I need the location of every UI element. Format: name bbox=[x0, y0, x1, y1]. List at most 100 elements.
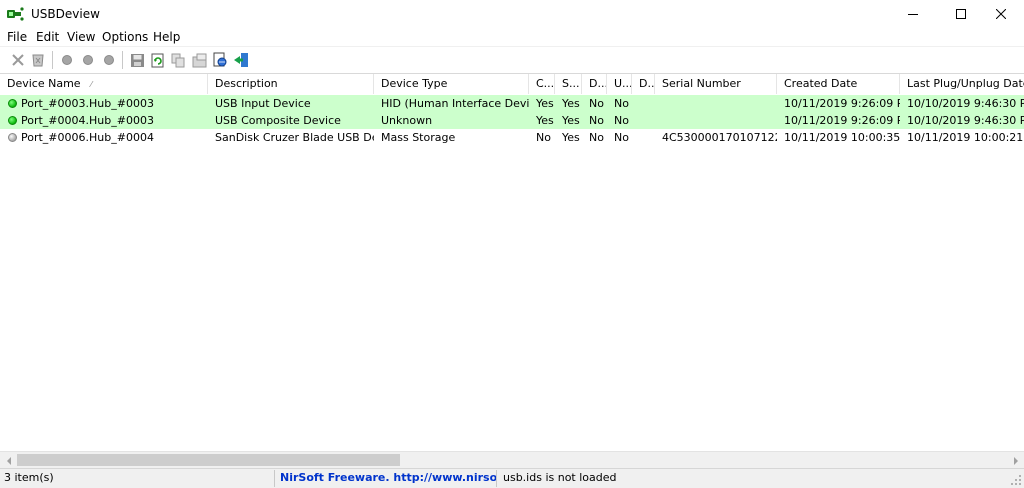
exit-button[interactable] bbox=[232, 51, 250, 69]
resize-grip-icon[interactable] bbox=[1010, 474, 1022, 486]
uninstall-icon bbox=[32, 54, 44, 67]
refresh-button[interactable] bbox=[148, 51, 166, 69]
minimize-icon bbox=[908, 14, 918, 15]
cell-last-plug-date: 10/10/2019 9:46:30 PM bbox=[907, 114, 1024, 127]
close-icon bbox=[996, 9, 1006, 19]
menu-options[interactable]: Options bbox=[102, 30, 148, 44]
save-button[interactable] bbox=[128, 51, 146, 69]
menu-file[interactable]: File bbox=[7, 30, 27, 44]
cell-safe-to-unplug: Yes bbox=[562, 97, 580, 110]
cell-created-date: 10/11/2019 9:26:09 PM bbox=[784, 114, 900, 127]
cell-device-type: HID (Human Interface Device) bbox=[381, 97, 529, 110]
toolbar-separator bbox=[122, 51, 123, 69]
scroll-left-button[interactable] bbox=[0, 452, 17, 469]
menu-help[interactable]: Help bbox=[153, 30, 180, 44]
scroll-right-button[interactable] bbox=[1007, 452, 1024, 469]
refresh-icon bbox=[151, 53, 163, 67]
menu-edit[interactable]: Edit bbox=[36, 30, 59, 44]
cell-serial-number: 4C530000170107122515 bbox=[662, 131, 777, 144]
title-bar: USBDeview bbox=[0, 0, 1024, 28]
close-button[interactable] bbox=[978, 0, 1024, 28]
nirsoft-link[interactable]: NirSoft Freeware. http://www.nirsoft.net bbox=[275, 470, 497, 487]
toolbar bbox=[0, 46, 1024, 72]
cell-created-date: 10/11/2019 9:26:09 PM bbox=[784, 97, 900, 110]
table-row[interactable]: Port_#0003.Hub_#0003 USB Input Device HI… bbox=[0, 95, 1024, 112]
cell-safe-to-unplug: Yes bbox=[562, 131, 580, 144]
cell-device-name: Port_#0003.Hub_#0003 bbox=[21, 97, 154, 110]
menu-bar: File Edit View Options Help bbox=[0, 28, 1024, 46]
status-usbids: usb.ids is not loaded bbox=[503, 471, 617, 484]
cell-safe-to-unplug: Yes bbox=[562, 114, 580, 127]
cell-device-type: Mass Storage bbox=[381, 131, 456, 144]
cell-connected: Yes bbox=[536, 114, 554, 127]
column-header-serial-number[interactable]: Serial Number bbox=[655, 74, 777, 94]
column-header-description[interactable]: Description bbox=[208, 74, 374, 94]
minimize-button[interactable] bbox=[890, 0, 936, 28]
cell-serial-number bbox=[655, 112, 777, 129]
cell-disabled: No bbox=[589, 131, 604, 144]
cell-drive-letter bbox=[632, 95, 655, 112]
cell-last-plug-date: 10/10/2019 9:46:30 PM bbox=[907, 97, 1024, 110]
cell-description: USB Input Device bbox=[215, 97, 311, 110]
delete-icon bbox=[12, 54, 24, 66]
status-bar: 3 item(s) NirSoft Freeware. http://www.n… bbox=[0, 468, 1024, 488]
copy-icon bbox=[171, 53, 184, 67]
scroll-left-icon bbox=[6, 456, 11, 465]
cell-serial-number bbox=[655, 95, 777, 112]
horizontal-scrollbar[interactable] bbox=[0, 451, 1024, 468]
delete-button[interactable] bbox=[9, 51, 27, 69]
column-header-connected[interactable]: C... bbox=[529, 74, 555, 94]
cell-created-date: 10/11/2019 10:00:35 PM bbox=[784, 131, 900, 144]
cell-description: USB Composite Device bbox=[215, 114, 341, 127]
maximize-icon bbox=[956, 9, 966, 19]
device-list[interactable]: Device Name ⁄ Description Device Type C..… bbox=[0, 73, 1024, 451]
cell-drive-letter bbox=[632, 112, 655, 129]
cell-usb-hub: No bbox=[614, 131, 629, 144]
column-header-device-name[interactable]: Device Name ⁄ bbox=[0, 74, 208, 94]
cell-usb-hub: No bbox=[614, 97, 629, 110]
cell-drive-letter bbox=[632, 129, 655, 146]
table-row[interactable]: Port_#0006.Hub_#0004 SanDisk Cruzer Blad… bbox=[0, 129, 1024, 146]
disable-button[interactable] bbox=[58, 51, 76, 69]
column-header-drive-letter[interactable]: D... bbox=[632, 74, 655, 94]
reconnect-button[interactable] bbox=[100, 51, 118, 69]
copy-button[interactable] bbox=[169, 51, 187, 69]
cell-description: SanDisk Cruzer Blade USB Device bbox=[215, 131, 374, 144]
table-row[interactable]: Port_#0004.Hub_#0003 USB Composite Devic… bbox=[0, 112, 1024, 129]
cell-usb-hub: No bbox=[614, 114, 629, 127]
scroll-right-icon bbox=[1013, 456, 1018, 465]
uninstall-button[interactable] bbox=[29, 51, 47, 69]
enable-icon bbox=[83, 55, 93, 65]
cell-disabled: No bbox=[589, 97, 604, 110]
enable-button[interactable] bbox=[79, 51, 97, 69]
column-header-row: Device Name ⁄ Description Device Type C..… bbox=[0, 74, 1024, 94]
status-item-count: 3 item(s) bbox=[0, 470, 275, 487]
cell-disabled: No bbox=[589, 114, 604, 127]
cell-device-type: Unknown bbox=[381, 114, 433, 127]
exit-icon bbox=[234, 53, 248, 67]
scrollbar-thumb[interactable] bbox=[17, 454, 400, 466]
html-report-button[interactable] bbox=[211, 51, 229, 69]
html-report-icon bbox=[213, 52, 227, 67]
column-header-created-date[interactable]: Created Date bbox=[777, 74, 900, 94]
cell-device-name: Port_#0004.Hub_#0003 bbox=[21, 114, 154, 127]
cell-device-name: Port_#0006.Hub_#0004 bbox=[21, 131, 154, 144]
column-header-disabled[interactable]: D... bbox=[582, 74, 607, 94]
usb-app-icon bbox=[7, 7, 24, 21]
reconnect-icon bbox=[104, 55, 114, 65]
save-icon bbox=[130, 53, 144, 67]
column-header-usb-hub[interactable]: U... bbox=[607, 74, 632, 94]
column-header-last-plug-date[interactable]: Last Plug/Unplug Date bbox=[900, 74, 1024, 94]
cell-last-plug-date: 10/11/2019 10:00:21 PM bbox=[907, 131, 1024, 144]
column-header-safe-to-unplug[interactable]: S... bbox=[555, 74, 582, 94]
window-title: USBDeview bbox=[31, 7, 100, 21]
toolbar-separator bbox=[52, 51, 53, 69]
disable-icon bbox=[62, 55, 72, 65]
menu-view[interactable]: View bbox=[67, 30, 95, 44]
properties-button[interactable] bbox=[190, 51, 208, 69]
cell-connected: No bbox=[536, 131, 551, 144]
properties-icon bbox=[192, 53, 206, 67]
column-header-device-type[interactable]: Device Type bbox=[374, 74, 529, 94]
cell-connected: Yes bbox=[536, 97, 554, 110]
sort-ascending-icon: ⁄ bbox=[90, 80, 92, 89]
